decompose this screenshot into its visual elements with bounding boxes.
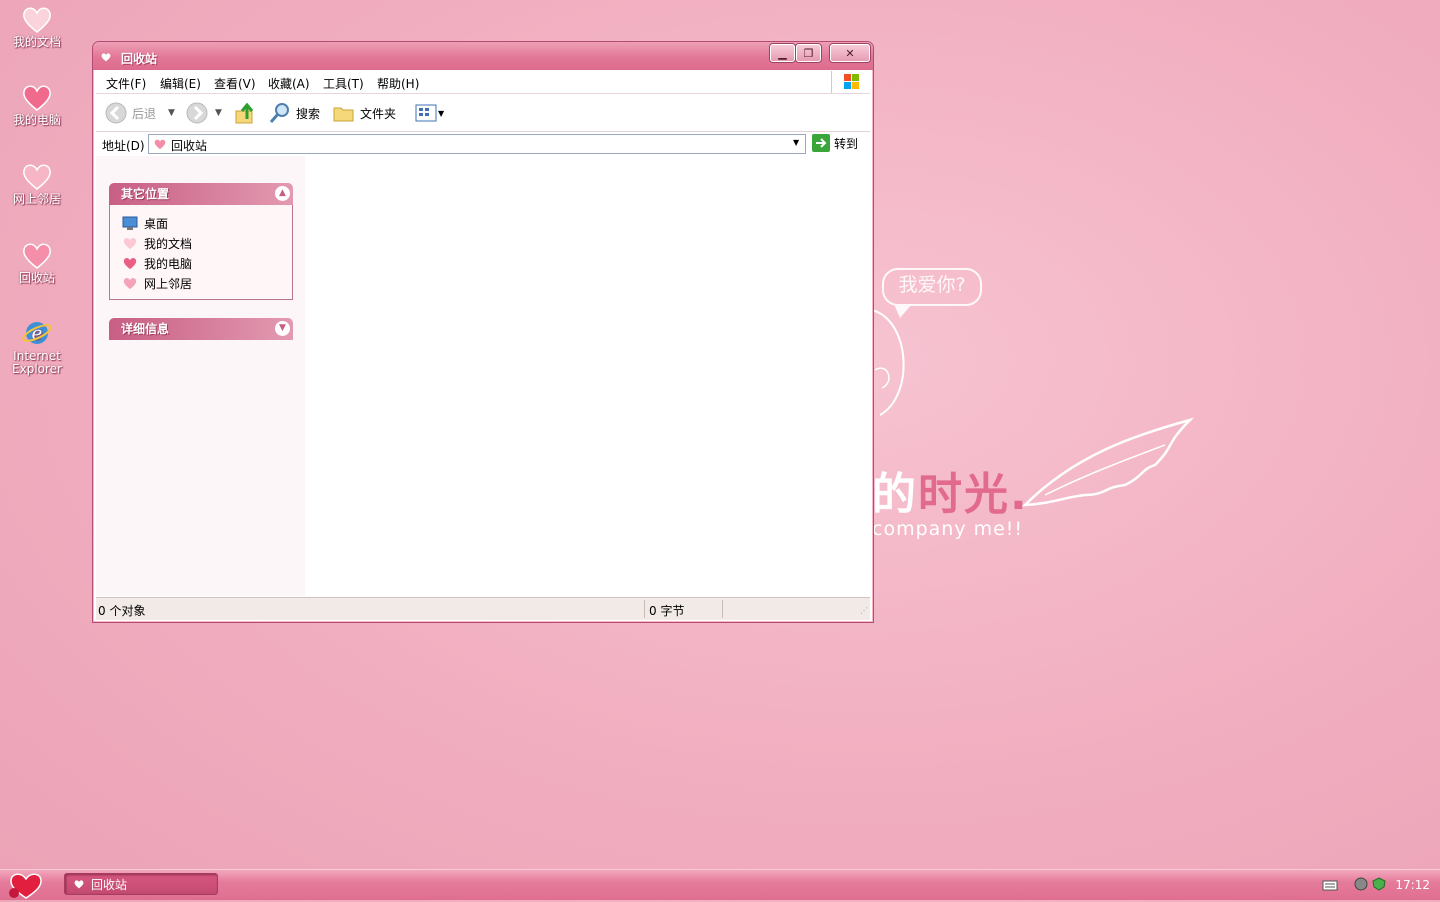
address-input[interactable]: 回收站 ▼ bbox=[148, 134, 806, 154]
desktop-icon-recycle-bin[interactable]: 回收站 bbox=[6, 240, 68, 285]
file-list-area[interactable] bbox=[305, 156, 870, 596]
taskbar-item-recycle-bin[interactable]: 回收站 bbox=[64, 873, 218, 895]
chevron-down-icon[interactable]: ▼ bbox=[275, 321, 290, 336]
status-bytes: 0 字节 bbox=[649, 604, 685, 618]
menu-help[interactable]: 帮助(H) bbox=[377, 75, 419, 92]
wallpaper-subtitle: company me!! bbox=[872, 518, 1024, 540]
address-dropdown-button[interactable]: ▼ bbox=[789, 135, 805, 153]
start-button[interactable] bbox=[4, 871, 44, 899]
heart-icon bbox=[23, 7, 51, 33]
back-arrow-icon bbox=[105, 102, 127, 124]
security-icon[interactable] bbox=[1372, 877, 1386, 891]
menu-view[interactable]: 查看(V) bbox=[214, 75, 256, 92]
ie-icon: e bbox=[22, 322, 52, 344]
wallpaper-title: 的时光. bbox=[872, 469, 1029, 520]
status-divider bbox=[722, 600, 723, 618]
heart-icon bbox=[23, 243, 51, 269]
maximize-button[interactable]: ❐ bbox=[796, 44, 821, 62]
up-folder-button[interactable] bbox=[234, 101, 258, 125]
go-arrow-icon bbox=[812, 134, 830, 152]
system-tray: 17:12 bbox=[1320, 870, 1440, 900]
desktop-icon-network[interactable]: 网上邻居 bbox=[6, 161, 68, 206]
network-status-icon[interactable] bbox=[1354, 877, 1368, 891]
address-label: 地址(D) bbox=[102, 139, 145, 153]
desktop-icon-my-computer[interactable]: 我的电脑 bbox=[6, 82, 68, 127]
place-link-desktop[interactable]: 桌面 bbox=[122, 213, 292, 233]
menu-tools[interactable]: 工具(T) bbox=[323, 75, 364, 92]
desktop-icon-label: 我的电脑 bbox=[12, 113, 61, 127]
minimize-icon: ▁ bbox=[778, 46, 787, 60]
desktop-icon-label: 回收站 bbox=[18, 271, 55, 285]
menu-edit[interactable]: 编辑(E) bbox=[160, 75, 201, 92]
back-button[interactable]: 后退 ▼ bbox=[104, 101, 175, 125]
explorer-window: 回收站 ▁ ❐ ✕ 文件(F) 编辑(E) 查看(V) 收藏(A) 工具(T) … bbox=[92, 41, 874, 623]
other-places-header[interactable]: 其它位置 ▲ bbox=[109, 183, 293, 205]
desktop-icon-my-documents[interactable]: 我的文档 bbox=[6, 4, 68, 49]
folders-button[interactable]: 文件夹 bbox=[332, 101, 396, 125]
details-header[interactable]: 详细信息 ▼ bbox=[109, 318, 293, 340]
status-object-count: 0 个对象 bbox=[98, 604, 146, 618]
chevron-up-icon[interactable]: ▲ bbox=[275, 186, 290, 201]
heart-icon bbox=[74, 880, 84, 889]
minimize-button[interactable]: ▁ bbox=[770, 44, 795, 62]
window-titlebar[interactable]: 回收站 ▁ ❐ ✕ bbox=[93, 42, 873, 70]
resize-grip-icon[interactable]: ⋰ bbox=[860, 606, 868, 615]
chevron-down-icon: ▼ bbox=[793, 138, 800, 147]
up-folder-icon bbox=[235, 102, 254, 124]
close-icon: ✕ bbox=[845, 46, 855, 60]
go-button[interactable]: 转到 bbox=[812, 134, 858, 152]
heart-icon bbox=[123, 237, 137, 250]
toolbar: 后退 ▼ ▼ 搜索 文件夹 ▼ bbox=[96, 94, 870, 132]
menu-favorites[interactable]: 收藏(A) bbox=[268, 75, 310, 92]
views-button[interactable]: ▼ bbox=[414, 101, 444, 125]
heart-icon bbox=[23, 85, 51, 111]
forward-arrow-icon bbox=[186, 102, 208, 124]
views-icon bbox=[415, 104, 437, 122]
heart-icon bbox=[123, 277, 137, 290]
search-icon bbox=[269, 103, 289, 123]
desktop-icon bbox=[122, 216, 138, 230]
heart-icon bbox=[23, 164, 51, 190]
restore-icon: ❐ bbox=[803, 46, 814, 60]
search-button[interactable]: 搜索 bbox=[268, 101, 320, 125]
close-button[interactable]: ✕ bbox=[830, 44, 870, 62]
forward-dropdown-icon[interactable]: ▼ bbox=[215, 108, 222, 118]
folder-icon bbox=[333, 107, 354, 122]
desktop-icon-internet-explorer[interactable]: e Internet Explorer bbox=[6, 318, 68, 376]
desktop-icon-label: Internet Explorer bbox=[12, 349, 62, 376]
status-bar: 0 个对象 0 字节 ⋰ bbox=[96, 597, 870, 620]
task-pane: 其它位置 ▲ 桌面 我的文档 我的电脑 网上邻居 详细信息 ▼ bbox=[96, 156, 305, 596]
other-places-panel: 其它位置 ▲ 桌面 我的文档 我的电脑 网上邻居 bbox=[109, 183, 293, 300]
start-heart-icon bbox=[9, 873, 42, 899]
forward-button[interactable]: ▼ bbox=[185, 101, 222, 125]
back-dropdown-icon[interactable]: ▼ bbox=[168, 108, 175, 118]
menu-file[interactable]: 文件(F) bbox=[106, 75, 146, 92]
taskbar: 回收站 17:12 bbox=[0, 869, 1440, 900]
heart-icon bbox=[154, 139, 166, 150]
place-link-my-computer[interactable]: 我的电脑 bbox=[122, 253, 292, 273]
place-link-my-documents[interactable]: 我的文档 bbox=[122, 233, 292, 253]
desktop-icon-label: 我的文档 bbox=[12, 35, 61, 49]
details-panel: 详细信息 ▼ bbox=[109, 318, 293, 340]
desktop-icon-label: 网上邻居 bbox=[12, 192, 61, 206]
heart-icon bbox=[123, 257, 137, 270]
clock: 17:12 bbox=[1395, 878, 1430, 892]
menu-bar: 文件(F) 编辑(E) 查看(V) 收藏(A) 工具(T) 帮助(H) bbox=[96, 71, 870, 94]
views-dropdown-icon: ▼ bbox=[438, 108, 445, 118]
other-places-body: 桌面 我的文档 我的电脑 网上邻居 bbox=[109, 205, 293, 300]
wing-icon bbox=[1021, 417, 1195, 507]
address-bar: 地址(D) 回收站 ▼ 转到 bbox=[96, 132, 870, 157]
window-title: 回收站 bbox=[121, 52, 158, 66]
place-link-network[interactable]: 网上邻居 bbox=[122, 273, 292, 293]
windows-logo-icon bbox=[831, 71, 870, 93]
heart-icon bbox=[101, 53, 111, 62]
wallpaper-sketch bbox=[871, 309, 905, 416]
keyboard-icon[interactable] bbox=[1322, 878, 1338, 892]
status-divider bbox=[644, 600, 645, 618]
